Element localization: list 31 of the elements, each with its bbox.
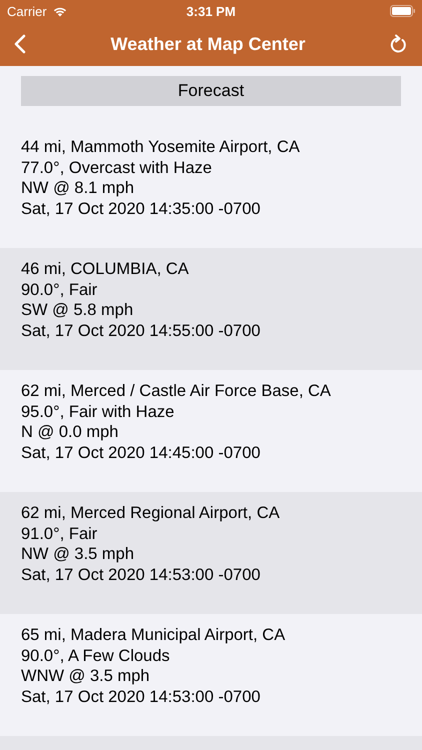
station-detail-text: Sat, 17 Oct 2020 14:55:00 -0700 — [21, 320, 262, 341]
battery-icon — [390, 5, 416, 17]
station-detail-text: 62 mi, Merced / Castle Air Force Base, CA — [21, 381, 332, 402]
station-detail-text: NW @ 8.1 mph — [21, 178, 136, 198]
station-detail-text: NW @ 3.5 mph — [21, 544, 136, 564]
station-detail-text: 91.0°, Fair — [21, 524, 98, 544]
station-detail-text: WNW @ 3.5 mph — [21, 666, 151, 686]
refresh-icon — [390, 34, 408, 54]
station-detail-text: 77.0°, Overcast with Haze — [21, 158, 213, 178]
station-detail-text: Sat, 17 Oct 2020 14:53:00 -0700 — [21, 686, 262, 707]
station-detail-text: 65 mi, Madera Municipal Airport, CA — [21, 625, 286, 646]
wifi-icon — [52, 5, 68, 17]
station-detail-text: SW @ 5.8 mph — [21, 300, 134, 320]
station-detail-text: Sat, 17 Oct 2020 14:53:00 -0700 — [21, 564, 262, 585]
station-detail-text: N @ 0.0 mph — [21, 422, 120, 442]
station-detail-text: 90.0°, A Few Clouds — [21, 646, 171, 666]
station-detail-text: 62 mi, Merced Regional Airport, CA — [21, 503, 281, 524]
forecast-button[interactable]: Forecast — [21, 76, 401, 106]
station-detail-text: 46 mi, COLUMBIA, CA — [21, 259, 190, 280]
station-row[interactable]: 65 mi, Madera Municipal Airport, CA 90.0°, A Few Clouds WNW @ 3.5 mph Sat, 17 Oct 2020 14:53:00 -0700 — [0, 614, 422, 736]
station-detail-text: 90.0°, Fair — [21, 280, 98, 300]
station-row[interactable]: 44 mi, Mammoth Yosemite Airport, CA 77.0°, Overcast with Haze NW @ 8.1 mph Sat, 17 Oct 2020 14:35:00 -0700 — [0, 126, 422, 248]
nav-title: Weather at Map Center — [110, 34, 306, 54]
station-detail-text: Sat, 17 Oct 2020 14:35:00 -0700 — [21, 198, 262, 219]
station-detail-text: 95.0°, Fair with Haze — [21, 402, 176, 422]
station-detail-text: 44 mi, Mammoth Yosemite Airport, CA — [21, 137, 301, 158]
station-row[interactable]: 62 mi, Merced / Castle Air Force Base, CA 95.0°, Fair with Haze N @ 0.0 mph Sat, 17 Oct 2020 14:45:00 -0700 — [0, 370, 422, 492]
back-chevron-icon — [14, 34, 26, 54]
status-time: 3:31 PM — [186, 4, 236, 18]
station-detail-text: Sat, 17 Oct 2020 14:45:00 -0700 — [21, 442, 262, 463]
carrier-label: Carrier — [7, 4, 47, 18]
